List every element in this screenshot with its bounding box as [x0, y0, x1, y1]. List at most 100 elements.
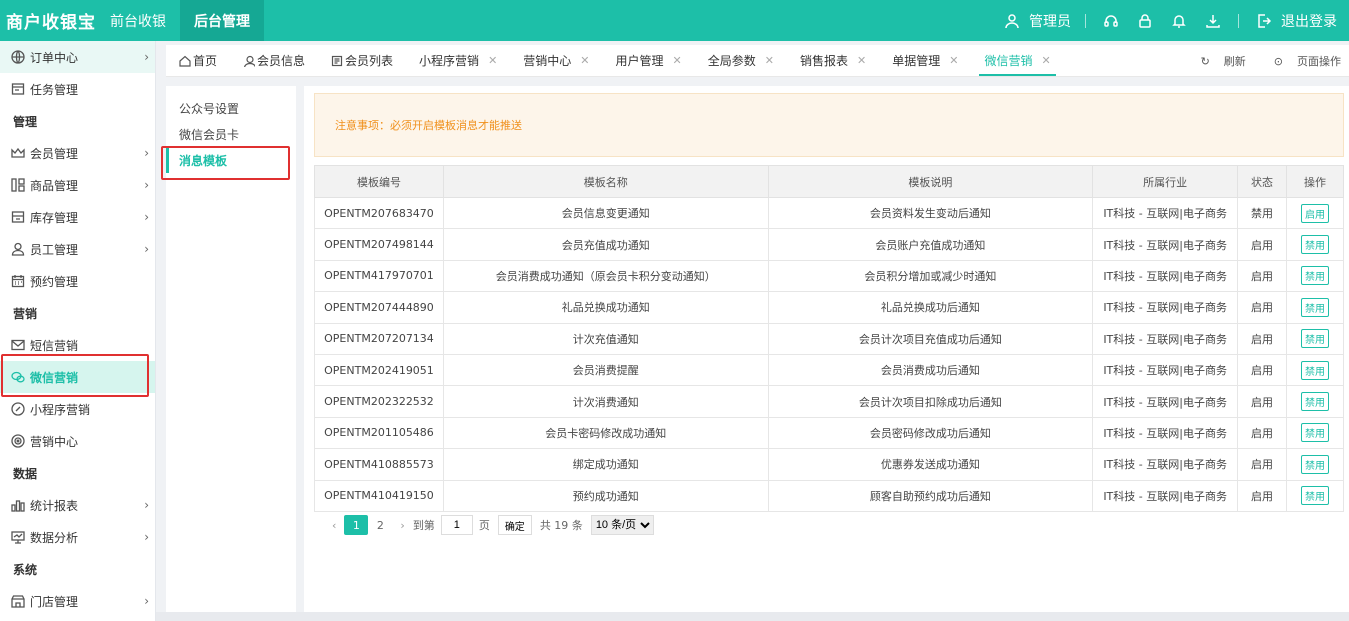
home-icon	[179, 55, 191, 67]
close-icon[interactable]: ✕	[580, 54, 589, 67]
sidebar-item-label: 统计报表	[30, 498, 79, 513]
sidebar-item-label: 预约管理	[30, 274, 79, 289]
sidebar-item[interactable]: 库存管理 ›	[0, 201, 155, 233]
toggle-status-button[interactable]: 禁用	[1301, 392, 1329, 412]
toggle-status-button[interactable]: 禁用	[1301, 423, 1329, 443]
toggle-status-button[interactable]: 禁用	[1301, 454, 1329, 474]
sidebar-item[interactable]: 会员管理 ›	[0, 137, 155, 169]
toggle-status-button[interactable]: 禁用	[1301, 235, 1329, 255]
admin-name: 管理员	[1029, 13, 1071, 30]
tab-item[interactable]: 营销中心 ✕	[510, 45, 602, 76]
sidebar-item[interactable]: 门店管理 ›	[0, 585, 155, 617]
sidebar-item[interactable]: 任务管理	[0, 73, 155, 105]
cell-name: 会员信息变更通知	[442, 196, 769, 230]
sidebar-item[interactable]: 商品管理 ›	[0, 169, 155, 201]
nav-front-cashier[interactable]: 前台收银	[96, 0, 180, 41]
cell-status: 启用	[1237, 259, 1288, 293]
sidebar-item[interactable]: 营销中心	[0, 425, 155, 457]
sidebar-item-label: 任务管理	[30, 82, 79, 97]
sidebar-item[interactable]: 小程序营销	[0, 393, 155, 425]
sidebar-item[interactable]: 订单中心 ›	[0, 41, 155, 73]
page-ops-icon: ⊙	[1273, 54, 1283, 68]
lock-icon[interactable]	[1136, 12, 1154, 30]
sidebar-item[interactable]: 员工管理 ›	[0, 233, 155, 265]
tab-item[interactable]: 单据管理 ✕	[879, 45, 971, 76]
header-industry: 所属行业	[1092, 165, 1239, 198]
logout-icon	[1255, 12, 1273, 30]
next-page-button[interactable]: ›	[400, 519, 404, 532]
headset-icon[interactable]	[1102, 12, 1120, 30]
cell-name: 会员消费成功通知（原会员卡积分变动通知）	[442, 259, 769, 293]
page-ops-button[interactable]: ⊙ 页面操作	[1260, 53, 1341, 69]
page-size-select[interactable]: 10 条/页	[590, 515, 654, 535]
cell-desc: 顾客自助预约成功后通知	[767, 479, 1094, 512]
page-2-button[interactable]: 2	[368, 515, 392, 535]
table-header-row: 模板编号 模板名称 模板说明 所属行业 状态 操作	[314, 165, 1344, 198]
toggle-status-button[interactable]: 禁用	[1301, 329, 1329, 349]
download-icon[interactable]	[1204, 12, 1222, 30]
tab-item[interactable]: 小程序营销 ✕	[406, 45, 510, 76]
goto-confirm-button[interactable]: 确定	[497, 515, 532, 535]
list-icon	[331, 55, 343, 67]
cell-industry: IT科技 - 互联网|电子商务	[1092, 385, 1239, 418]
sidebar-item-label: 会员管理	[30, 146, 79, 161]
close-icon[interactable]: ✕	[949, 54, 958, 67]
close-icon[interactable]: ✕	[673, 54, 682, 67]
toggle-status-button[interactable]: 启用	[1301, 203, 1329, 223]
close-icon[interactable]: ✕	[765, 54, 774, 67]
monitor-icon	[10, 529, 26, 545]
tab-item[interactable]: 首页	[166, 45, 230, 76]
submenu-item[interactable]: 公众号设置	[166, 95, 296, 121]
close-icon[interactable]: ✕	[857, 54, 866, 67]
cell-status: 启用	[1237, 479, 1288, 512]
logout-button[interactable]: 退出登录	[1247, 11, 1337, 31]
tab-item[interactable]: 会员列表	[318, 45, 406, 76]
sidebar-item[interactable]: 预约管理	[0, 265, 155, 297]
cell-desc: 会员密码修改成功后通知	[767, 416, 1094, 450]
tab-item[interactable]: 用户管理 ✕	[603, 45, 695, 76]
header-code: 模板编号	[314, 165, 444, 198]
cell-code: OPENTM207444890	[314, 291, 444, 324]
page-1-button[interactable]: 1	[344, 515, 369, 535]
cell-code: OPENTM201105486	[314, 416, 444, 450]
submenu-item[interactable]: 微信会员卡	[166, 121, 296, 147]
toggle-status-button[interactable]: 禁用	[1301, 360, 1329, 380]
sidebar-item-label: 订单中心	[30, 50, 79, 65]
cell-name: 会员充值成功通知	[442, 228, 769, 261]
submenu-item[interactable]: 消息模板	[166, 147, 296, 173]
toggle-status-button[interactable]: 禁用	[1301, 486, 1329, 506]
prev-page-button[interactable]: ‹	[332, 519, 336, 532]
sidebar-item[interactable]: 数据分析 ›	[0, 521, 155, 553]
toggle-status-button[interactable]: 禁用	[1301, 266, 1329, 286]
chevron-right-icon: ›	[144, 210, 149, 224]
tab-item[interactable]: 销售报表 ✕	[787, 45, 879, 76]
cell-industry: IT科技 - 互联网|电子商务	[1092, 479, 1239, 512]
sidebar-item[interactable]: 统计报表 ›	[0, 489, 155, 521]
cell-action: 禁用	[1286, 416, 1344, 450]
box-icon	[10, 209, 26, 225]
sidebar-item[interactable]: 短信营销	[0, 329, 155, 361]
header-desc: 模板说明	[767, 165, 1094, 198]
tab-label: 微信营销	[984, 54, 1033, 68]
tab-item[interactable]: 微信营销 ✕	[971, 45, 1063, 76]
chevron-right-icon: ›	[144, 242, 149, 256]
close-icon[interactable]: ✕	[488, 54, 497, 67]
goto-page-input[interactable]	[440, 515, 473, 535]
cell-action: 启用	[1286, 196, 1344, 230]
tab-label: 全局参数	[707, 54, 756, 68]
tab-item[interactable]: 全局参数 ✕	[695, 45, 787, 76]
divider	[1085, 13, 1086, 28]
sidebar-item[interactable]: 微信营销	[0, 361, 155, 393]
toggle-status-button[interactable]: 禁用	[1301, 297, 1329, 317]
page-unit: 页	[478, 519, 490, 532]
cell-code: OPENTM207207134	[314, 322, 444, 355]
admin-user[interactable]: 管理员	[995, 11, 1071, 31]
bell-icon[interactable]	[1170, 12, 1188, 30]
top-nav: 前台收银 后台管理	[96, 0, 264, 41]
tab-item[interactable]: 会员信息	[230, 45, 318, 76]
tab-label: 营销中心	[523, 54, 572, 68]
nav-back-office[interactable]: 后台管理	[180, 0, 264, 41]
close-icon[interactable]: ✕	[1041, 54, 1050, 67]
wechat-icon	[10, 369, 26, 385]
refresh-button[interactable]: ↻ 刷新	[1187, 53, 1246, 69]
